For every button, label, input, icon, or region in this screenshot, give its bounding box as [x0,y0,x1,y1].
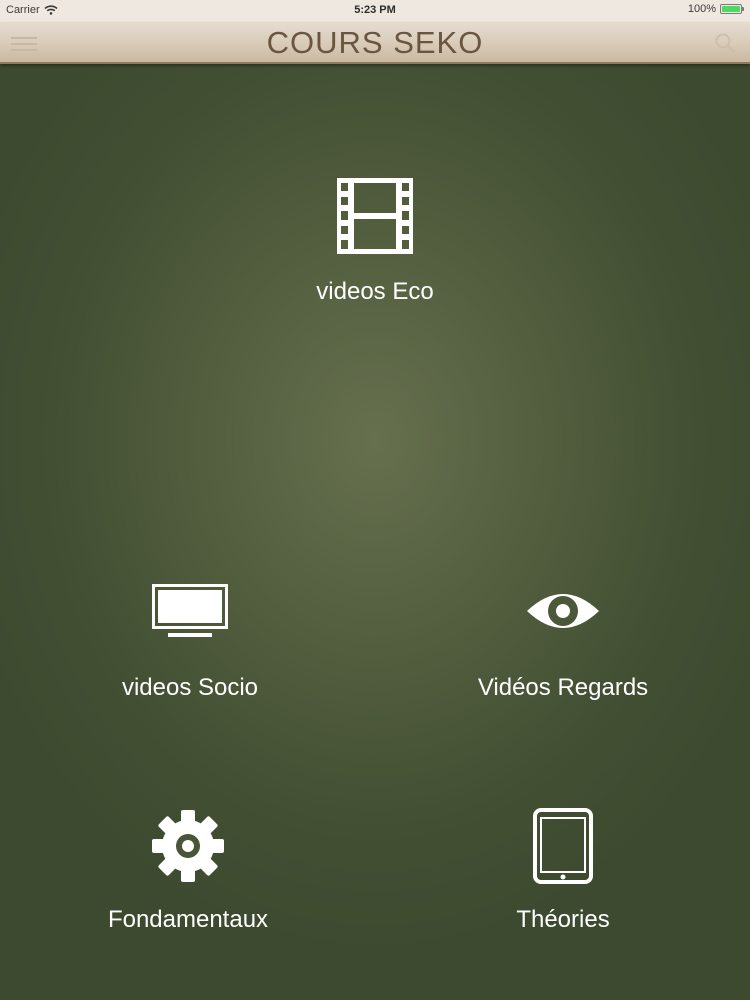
theories-button[interactable]: Théories [463,808,663,934]
nav-bar: COURS SEKO [0,22,750,64]
search-icon[interactable] [714,32,736,54]
tablet-icon [533,808,593,884]
battery-tip [742,7,744,11]
battery-percent: 100% [687,3,716,15]
videos-socio-button[interactable]: videos Socio [80,584,300,702]
battery-fill [722,6,740,12]
videos-eco-button[interactable]: videos Eco [275,178,475,306]
status-battery: 100% [687,3,744,15]
videos-regards-label: Vidéos Regards [477,674,649,701]
fondamentaux-label: Fondamentaux [107,906,269,933]
theories-label: Théories [516,906,610,933]
battery-icon [720,4,744,14]
videos-eco-label: videos Eco [316,278,434,305]
eye-icon [527,594,599,628]
fondamentaux-button[interactable]: Fondamentaux [78,808,298,934]
tv-icon [152,584,228,637]
status-bar: Carrier 5:23 PM 100% [0,0,750,22]
page-title: COURS SEKO [266,25,484,60]
film-icon [337,178,413,254]
status-time: 5:23 PM [354,4,396,16]
videos-regards-button[interactable]: Vidéos Regards [443,584,683,702]
gear-icon [152,810,224,882]
videos-socio-label: videos Socio [121,674,259,701]
